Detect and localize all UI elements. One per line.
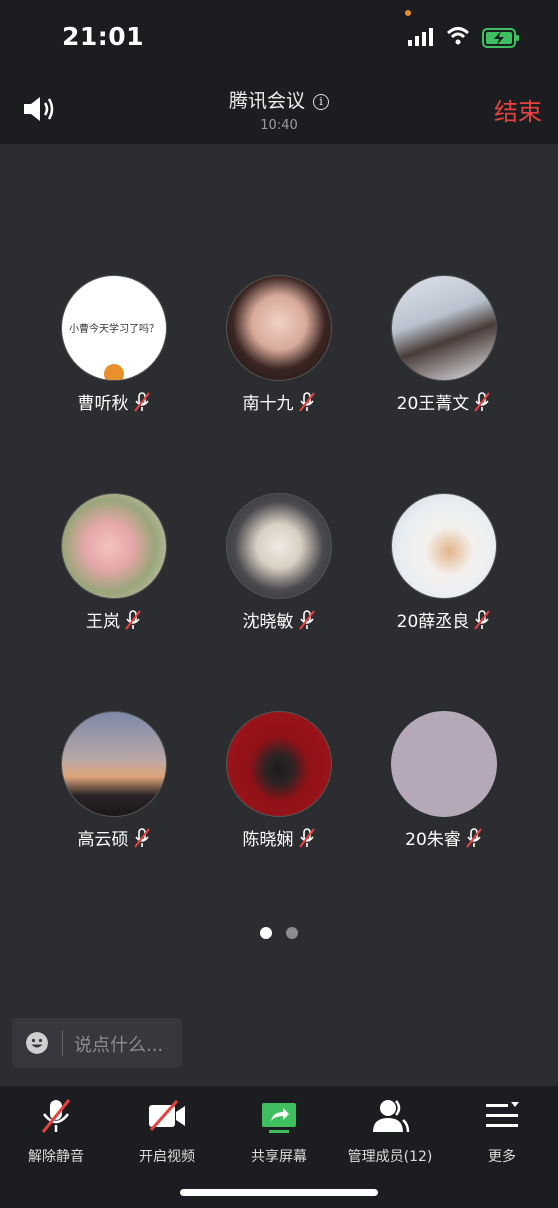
avatar <box>391 275 497 381</box>
meeting-title[interactable]: 腾讯会议 i <box>0 86 558 113</box>
start-video-button[interactable]: 开启视频 <box>111 1096 223 1166</box>
chat-placeholder: 说点什么... <box>74 1035 164 1056</box>
share-screen-button[interactable]: 共享屏幕 <box>223 1096 335 1166</box>
unmute-label: 解除静音 <box>28 1149 84 1165</box>
page-indicator[interactable] <box>0 924 558 943</box>
mic-muted-icon <box>125 610 141 630</box>
privacy-indicator-dot <box>405 10 411 16</box>
avatar-caption: 小曹今天学习了吗？ <box>69 324 159 335</box>
participant-name: 王岚 <box>34 607 194 632</box>
end-meeting-button[interactable]: 结束 <box>494 92 542 127</box>
more-label: 更多 <box>488 1149 516 1165</box>
mic-muted-icon <box>133 392 150 412</box>
share-screen-label: 共享屏幕 <box>251 1149 307 1165</box>
divider <box>62 1030 63 1056</box>
mic-muted-icon <box>466 828 482 848</box>
mic-muted-icon <box>41 1099 71 1133</box>
status-time: 21:01 <box>62 22 145 51</box>
page-dot-active[interactable] <box>260 927 272 939</box>
mic-muted-icon <box>474 610 491 630</box>
participant-tile[interactable]: 王岚 <box>34 493 194 632</box>
avatar <box>226 275 332 381</box>
participant-tile[interactable]: 陈晓娴 <box>199 711 359 850</box>
meeting-header: 腾讯会议 i 10:40 结束 <box>0 72 558 144</box>
participant-tile[interactable]: 南十九 <box>199 275 359 414</box>
avatar <box>226 711 332 817</box>
more-menu-icon <box>486 1102 519 1127</box>
participant-name: 南十九 <box>199 389 359 414</box>
avatar <box>391 493 497 599</box>
mic-muted-icon <box>474 392 491 412</box>
avatar: 小曹今天学习了吗？ <box>61 275 167 381</box>
participant-tile[interactable]: 20薛丞良 <box>364 493 524 632</box>
battery-charging-icon <box>482 28 519 48</box>
start-video-label: 开启视频 <box>139 1149 195 1165</box>
video-off-icon <box>149 1099 185 1132</box>
participant-name: 高云硕 <box>34 825 194 850</box>
participant-name: 20薛丞良 <box>364 607 524 632</box>
participant-name: 曹听秋 <box>34 389 194 414</box>
home-indicator[interactable] <box>180 1189 378 1196</box>
page-dot[interactable] <box>286 927 298 939</box>
status-bar: 21:01 <box>0 0 558 72</box>
wifi-icon <box>446 27 470 45</box>
avatar <box>391 711 497 817</box>
mic-muted-icon <box>298 828 315 848</box>
host-badge-icon <box>104 364 124 380</box>
participant-name: 20王菁文 <box>364 389 524 414</box>
info-icon[interactable]: i <box>313 94 329 110</box>
participant-tile[interactable]: 沈晓敏 <box>199 493 359 632</box>
members-icon <box>373 1100 410 1133</box>
meeting-duration: 10:40 <box>260 118 298 133</box>
avatar <box>226 493 332 599</box>
participant-name: 20朱睿 <box>364 825 524 850</box>
manage-members-button[interactable]: 管理成员(12) <box>334 1096 446 1166</box>
participant-name: 沈晓敏 <box>199 607 359 632</box>
participant-tile[interactable]: 20朱睿 <box>364 711 524 850</box>
avatar <box>61 711 167 817</box>
cellular-signal-icon <box>408 28 433 46</box>
meeting-title-text: 腾讯会议 <box>228 90 305 112</box>
participant-tile[interactable]: 小曹今天学习了吗？ 曹听秋 <box>34 275 194 414</box>
share-screen-icon <box>262 1103 296 1133</box>
mic-muted-icon <box>298 610 315 630</box>
mic-muted-icon <box>133 828 150 848</box>
participant-name: 陈晓娴 <box>199 825 359 850</box>
more-button[interactable]: 更多 <box>446 1096 558 1166</box>
emoji-icon[interactable] <box>26 1032 48 1054</box>
chat-input[interactable]: 说点什么... <box>12 1018 182 1068</box>
participant-tile[interactable]: 20王菁文 <box>364 275 524 414</box>
avatar <box>61 493 167 599</box>
manage-members-label: 管理成员(12) <box>347 1149 433 1165</box>
participant-tile[interactable]: 高云硕 <box>34 711 194 850</box>
mic-muted-icon <box>298 392 315 412</box>
unmute-button[interactable]: 解除静音 <box>0 1096 112 1166</box>
